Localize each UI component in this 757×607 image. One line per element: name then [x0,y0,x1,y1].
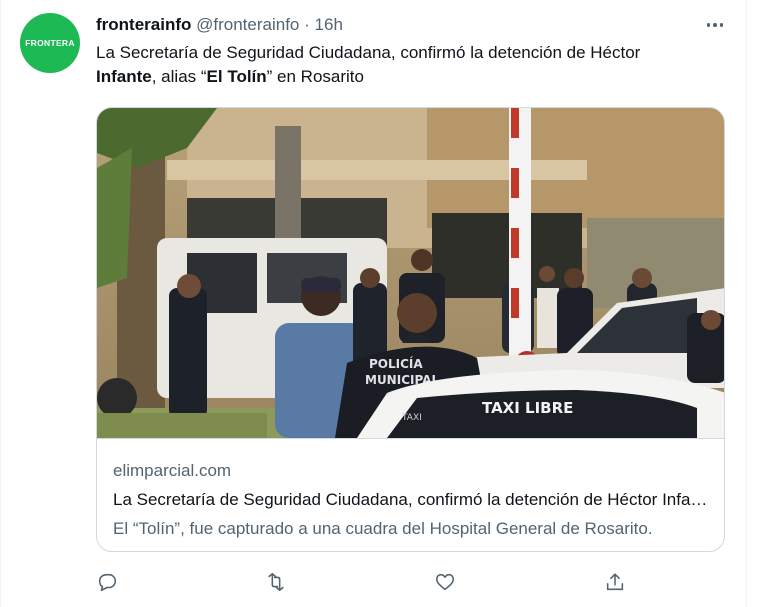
avatar[interactable]: FRONTERA [20,13,80,73]
card-description: El “Tolín”, fue capturado a una cuadra d… [113,519,653,538]
tweet-text-location: ” en Rosarito [266,67,364,86]
card-domain: elimparcial.com [113,461,232,480]
timeline-left-border [0,0,1,607]
tweet-text-bold-name: Infante [96,67,152,86]
vest-print-line1: POLICÍA [369,356,423,371]
tweet-header: fronterainfo @fronterainfo · 16h [96,14,343,36]
card-meta: elimparcial.com La Secretaría de Segurid… [113,460,713,540]
more-options-icon[interactable] [700,12,730,38]
like-icon[interactable] [431,568,459,596]
card-photo[interactable]: POLICÍA MUNICIPAL TAXI LIBRE TAXI [97,108,724,438]
card-divider [97,438,724,439]
retweet-icon[interactable] [262,568,290,596]
user-handle[interactable]: @fronterainfo [196,15,299,34]
taxi-print-small: TAXI [401,413,422,423]
header-separator: · [304,15,310,34]
tweet-text-alias: , alias “ [151,67,207,86]
reply-icon[interactable] [93,568,121,596]
avatar-text: FRONTERA [25,38,75,48]
share-icon[interactable] [601,568,629,596]
tweet-text-line1: La Secretaría de Seguridad Ciudadana, co… [96,43,641,62]
link-card[interactable]: POLICÍA MUNICIPAL TAXI LIBRE TAXI elimpa… [96,107,725,552]
tweet-text-bold-alias: El Tolín [206,67,267,86]
timeline-right-border [746,0,747,607]
tweet-actions [0,568,757,596]
display-name[interactable]: fronterainfo [96,15,191,34]
tweet-timestamp[interactable]: 16h [315,15,343,34]
taxi-print-main: TAXI LIBRE [482,399,573,417]
card-title: La Secretaría de Seguridad Ciudadana, co… [113,490,711,509]
tweet-text: La Secretaría de Seguridad Ciudadana, co… [96,41,726,89]
